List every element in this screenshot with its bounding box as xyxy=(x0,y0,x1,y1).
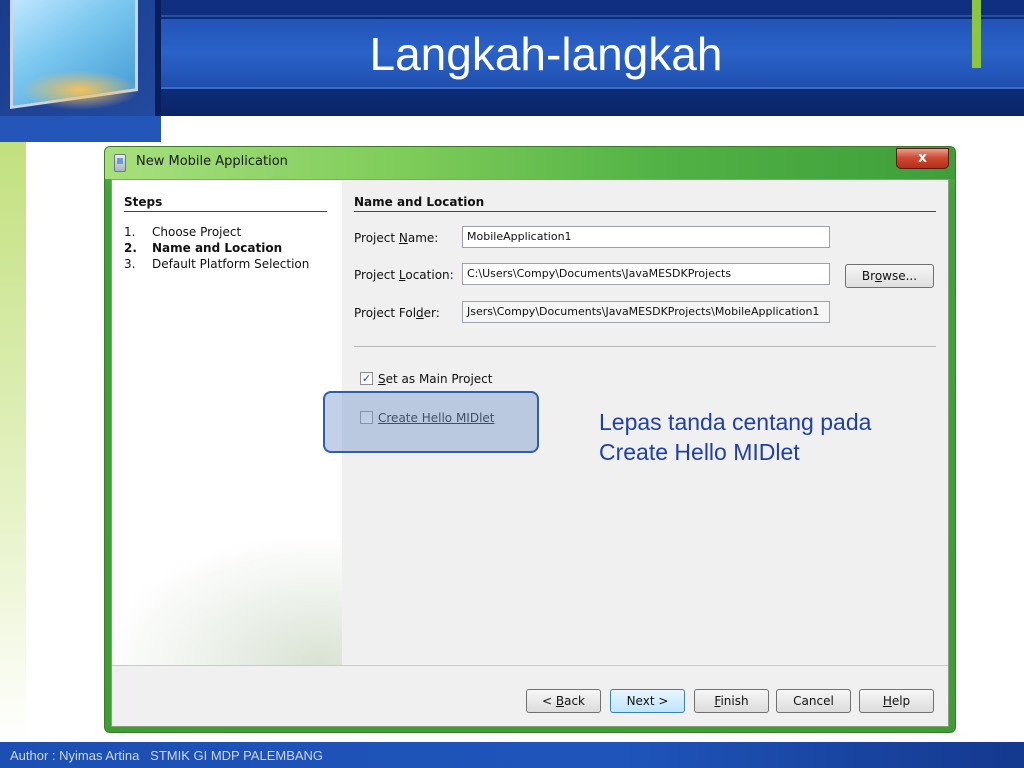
mnemonic-key: S xyxy=(378,372,386,386)
step-label: Name and Location xyxy=(152,241,283,255)
button-text: inish xyxy=(720,694,749,708)
accent-bar xyxy=(972,0,981,68)
mnemonic-key: N xyxy=(398,231,408,245)
step-number: 3. xyxy=(124,257,136,271)
monitor-glow-graphic xyxy=(20,70,140,110)
finish-button[interactable]: Finish xyxy=(694,689,769,713)
header-stripe-low xyxy=(160,87,1024,116)
separator xyxy=(354,346,936,347)
button-text: elp xyxy=(891,694,911,708)
project-name-input[interactable]: MobileApplication1 xyxy=(462,226,830,248)
browse-button[interactable]: Browse... xyxy=(845,264,934,288)
checkbox-checked-icon[interactable]: ✓ xyxy=(360,372,373,385)
step-item-default-platform-selection: 3. Default Platform Selection xyxy=(124,257,309,271)
button-text: Br xyxy=(861,269,875,283)
step-item-choose-project: 1. Choose Project xyxy=(124,225,241,239)
callout-line: Create Hello MIDlet xyxy=(599,439,800,465)
decorative-swirl-graphic xyxy=(112,540,342,665)
back-button[interactable]: < Back xyxy=(526,689,601,713)
wizard-button-bar: < Back Next > Finish Cancel Help xyxy=(112,665,948,726)
project-folder-label: Project Folder: xyxy=(354,306,440,320)
help-button[interactable]: Help xyxy=(859,689,934,713)
cancel-button[interactable]: Cancel xyxy=(776,689,851,713)
button-text: ack xyxy=(564,694,585,708)
label-text: ame: xyxy=(407,231,439,245)
step-label: Choose Project xyxy=(152,225,242,239)
set-as-main-project-checkbox[interactable]: ✓ Set as Main Project xyxy=(360,372,492,386)
step-number: 1. xyxy=(124,225,136,239)
footer-text: Author : Nyimas Artina STMIK GI MDP PALE… xyxy=(10,748,324,763)
corner-lower-block xyxy=(0,116,161,142)
step-number: 2. xyxy=(124,241,137,255)
header-stripe-top xyxy=(160,0,1024,17)
mnemonic-key: H xyxy=(882,694,892,708)
project-location-input[interactable]: C:\Users\Compy\Documents\JavaMESDKProjec… xyxy=(462,263,830,285)
project-folder-input: Jsers\Compy\Documents\JavaMESDKProjects\… xyxy=(462,301,830,323)
window-title: New Mobile Application xyxy=(136,154,288,169)
mobile-phone-icon xyxy=(114,154,126,172)
button-text: < xyxy=(541,694,556,708)
corner-computer-image xyxy=(0,0,155,116)
mnemonic-key: B xyxy=(555,694,565,708)
label-text: ocation: xyxy=(405,268,454,282)
dialog-titlebar[interactable]: New Mobile Application x xyxy=(105,147,955,179)
steps-pane: Steps 1. Choose Project 2. Name and Locati… xyxy=(112,180,342,665)
step-label: Default Platform Selection xyxy=(152,257,310,271)
section-heading: Name and Location xyxy=(354,195,936,212)
project-location-label: Project Location: xyxy=(354,268,454,282)
callout-line: Lepas tanda centang pada xyxy=(599,409,872,435)
checkbox-label: et as Main Project xyxy=(385,372,493,386)
callout-text: Lepas tanda centang pada Create Hello MI… xyxy=(599,407,929,467)
left-green-bar xyxy=(0,142,26,742)
label-text: er: xyxy=(423,306,440,320)
button-text: wse... xyxy=(882,269,918,283)
project-name-label: Project Name: xyxy=(354,231,438,245)
step-item-name-and-location: 2. Name and Location xyxy=(124,241,282,255)
mnemonic-key: d xyxy=(416,306,424,320)
close-icon: x xyxy=(917,150,928,166)
steps-heading: Steps xyxy=(124,195,327,212)
label-text: Project xyxy=(354,268,399,282)
highlight-box xyxy=(323,391,539,453)
label-text: Project xyxy=(354,231,399,245)
close-button[interactable]: x xyxy=(896,148,949,169)
next-button[interactable]: Next > xyxy=(610,689,685,713)
label-text: Project Fol xyxy=(354,306,417,320)
slide-title: Langkah-langkah xyxy=(369,28,723,80)
